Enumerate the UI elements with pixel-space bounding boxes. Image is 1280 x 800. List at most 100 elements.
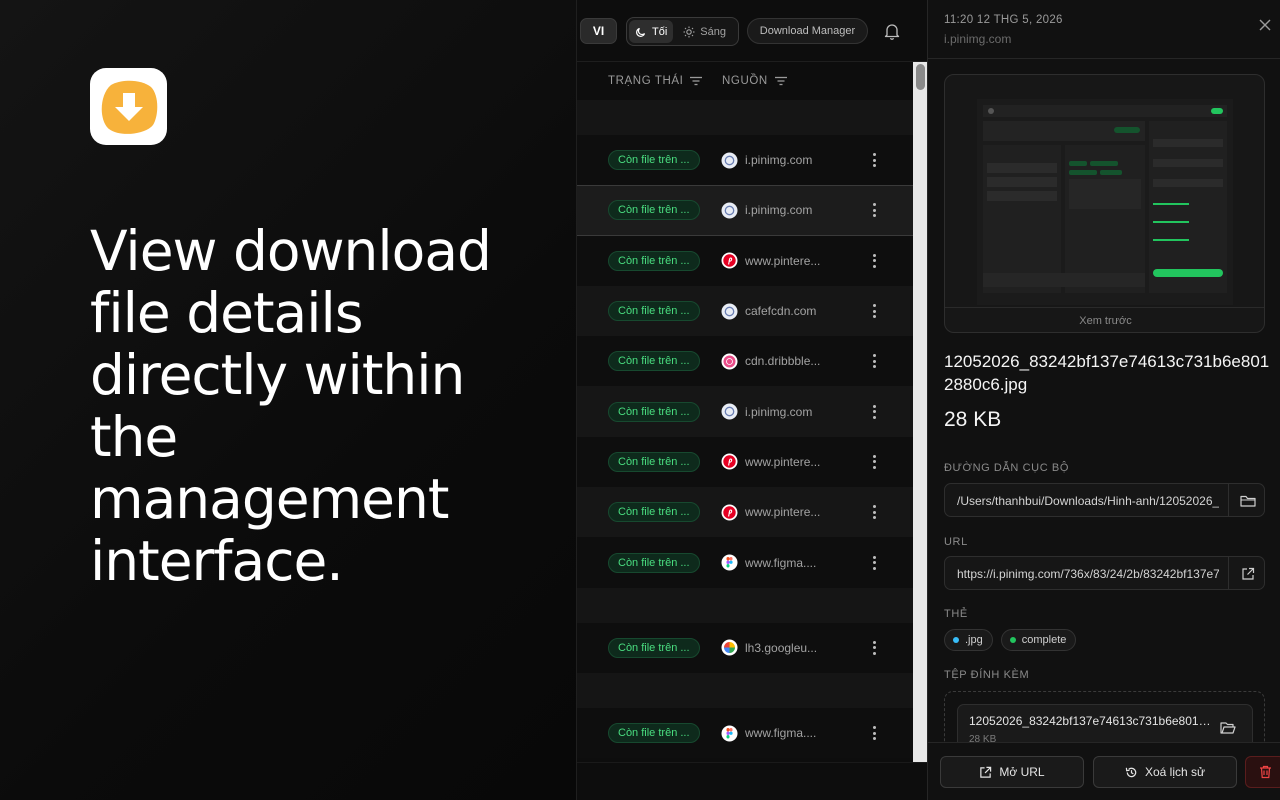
language-button[interactable]: VI (580, 18, 617, 44)
tag-chip[interactable]: complete (1000, 629, 1077, 651)
more-options-icon[interactable] (870, 555, 878, 571)
open-link-button[interactable] (1228, 557, 1264, 589)
table-row[interactable]: Còn file trên ... www.figma.... (577, 537, 913, 588)
more-options-icon[interactable] (870, 725, 878, 741)
column-status-label: TRẠNG THÁI (608, 75, 684, 87)
table-row[interactable]: Còn file trên ... www.pintere... (577, 235, 913, 286)
dribbble-favicon-icon (721, 353, 738, 370)
pinimg-favicon-icon (721, 152, 738, 169)
table-row[interactable]: Còn file trên ... i.pinimg.com (577, 185, 913, 236)
table-row[interactable]: Còn file trên ... i.pinimg.com (577, 386, 913, 437)
table-row[interactable]: Còn file trên ... cdn.dribbble... (577, 336, 913, 387)
status-badge: Còn file trên ... (608, 351, 700, 372)
status-badge: Còn file trên ... (608, 150, 700, 171)
file-name: 12052026_83242bf137e74613c731b6e8012880c… (944, 352, 1270, 394)
table-row[interactable]: Còn file trên ... www.pintere... (577, 487, 913, 538)
source-domain: lh3.googleu... (745, 640, 818, 655)
more-options-icon[interactable] (870, 253, 878, 269)
date-group-header (577, 672, 913, 708)
local-path-value: /Users/thanhbui/Downloads/Hinh-anh/12052… (957, 494, 1219, 508)
more-options-icon[interactable] (870, 640, 878, 656)
date-group-header (577, 100, 913, 135)
url-label: URL (944, 536, 968, 548)
tags-label: THẺ (944, 608, 968, 620)
source-domain: www.pintere... (745, 505, 821, 520)
local-path-label: ĐƯỜNG DẪN CỤC BỘ (944, 462, 1069, 474)
scrollbar-thumb[interactable] (916, 64, 925, 90)
url-value: https://i.pinimg.com/736x/83/24/2b/83242… (957, 567, 1219, 581)
theme-dark-option[interactable]: Tối (629, 20, 674, 43)
figma-favicon-icon (721, 725, 738, 742)
status-badge: Còn file trên ... (608, 200, 700, 221)
folder-icon (1239, 495, 1256, 507)
more-options-icon[interactable] (870, 202, 878, 218)
promo-panel: View download file details directly with… (0, 0, 576, 800)
preview-thumbnail-graphic (977, 99, 1233, 305)
table-row[interactable]: Còn file trên ... cafefcdn.com (577, 285, 913, 337)
more-options-icon[interactable] (870, 152, 878, 168)
bell-icon[interactable] (882, 21, 902, 41)
history-icon (1125, 767, 1137, 777)
download-rows: Còn file trên ... i.pinimg.com Còn file tr… (577, 100, 913, 759)
detail-footer: Mở URL Xoá lịch sử (928, 742, 1280, 800)
moon-icon (636, 27, 646, 37)
open-folder-button[interactable] (1228, 484, 1264, 516)
delete-button[interactable] (1245, 756, 1280, 788)
status-badge: Còn file trên ... (608, 301, 700, 322)
attachments-label: TỆP ĐÍNH KÈM (944, 669, 1030, 681)
theme-light-option[interactable]: Sáng (677, 20, 732, 43)
column-source[interactable]: NGUỒN (722, 75, 787, 87)
status-badge: Còn file trên ... (608, 401, 700, 422)
pinimg-favicon-icon (721, 202, 738, 219)
theme-light-label: Sáng (700, 25, 726, 38)
tag-list: .jpg complete (944, 629, 1077, 651)
app-logo (90, 68, 167, 145)
attachment-name: 12052026_83242bf137e74613c731b6e8012880c… (969, 714, 1214, 728)
top-toolbar: VI Tối Sáng Download Manager (577, 0, 927, 62)
list-scrollbar[interactable] (913, 62, 927, 762)
column-header: TRẠNG THÁI NGUỒN (577, 62, 913, 100)
table-row[interactable]: Còn file trên ... www.pintere... (577, 436, 913, 488)
download-logo-icon (101, 80, 157, 134)
pinimg-favicon-icon (721, 303, 738, 320)
file-size: 28 KB (944, 408, 1002, 431)
more-options-icon[interactable] (870, 303, 878, 319)
column-status[interactable]: TRẠNG THÁI (608, 75, 703, 87)
date-group-header (577, 587, 913, 623)
local-path-field[interactable]: /Users/thanhbui/Downloads/Hinh-anh/12052… (944, 483, 1265, 517)
google-favicon-icon (721, 639, 738, 656)
source-domain: www.figma.... (745, 726, 817, 741)
more-options-icon[interactable] (870, 504, 878, 520)
more-options-icon[interactable] (870, 454, 878, 470)
tag-dot (953, 637, 959, 643)
more-options-icon[interactable] (870, 404, 878, 420)
table-row[interactable]: Còn file trên ... www.figma.... (577, 707, 913, 759)
table-row[interactable]: Còn file trên ... lh3.googleu... (577, 622, 913, 673)
source-domain: i.pinimg.com (745, 404, 813, 419)
close-icon[interactable] (1258, 18, 1272, 32)
folder-open-icon[interactable] (1220, 720, 1236, 736)
download-manager-button[interactable]: Download Manager (747, 18, 868, 44)
status-badge: Còn file trên ... (608, 552, 700, 573)
source-domain: www.pintere... (745, 253, 821, 268)
url-field[interactable]: https://i.pinimg.com/736x/83/24/2b/83242… (944, 556, 1265, 590)
preview-label: Xem trước (945, 307, 1264, 332)
tag-chip[interactable]: .jpg (944, 629, 993, 651)
source-domain: www.figma.... (745, 555, 817, 570)
status-badge: Còn file trên ... (608, 451, 700, 472)
pinterest-favicon-icon (721, 453, 738, 470)
preview-card[interactable]: Xem trước (944, 74, 1265, 333)
filter-icon (774, 76, 787, 86)
download-time: 11:20 12 THG 5, 2026 (944, 14, 1063, 26)
file-detail-panel: 11:20 12 THG 5, 2026 i.pinimg.com Xem tr… (927, 0, 1280, 800)
pinterest-favicon-icon (721, 504, 738, 521)
external-link-icon (1241, 567, 1254, 580)
clear-history-label: Xoá lịch sử (1144, 765, 1206, 779)
clear-history-button[interactable]: Xoá lịch sử (1093, 756, 1237, 788)
table-row[interactable]: Còn file trên ... i.pinimg.com (577, 135, 913, 186)
more-options-icon[interactable] (870, 353, 878, 369)
status-badge: Còn file trên ... (608, 723, 700, 744)
open-url-button[interactable]: Mở URL (940, 756, 1084, 788)
source-domain: i.pinimg.com (745, 203, 813, 218)
sun-icon (683, 26, 695, 37)
